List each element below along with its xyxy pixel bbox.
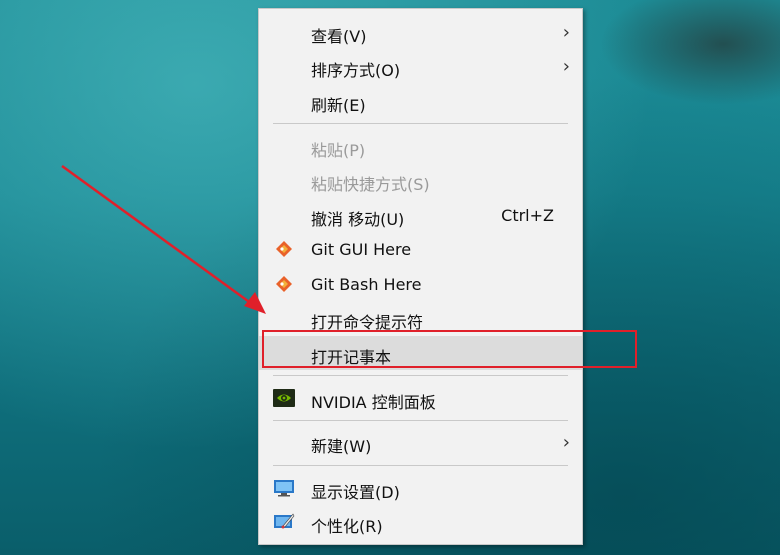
annotation-arrow (61, 164, 266, 314)
